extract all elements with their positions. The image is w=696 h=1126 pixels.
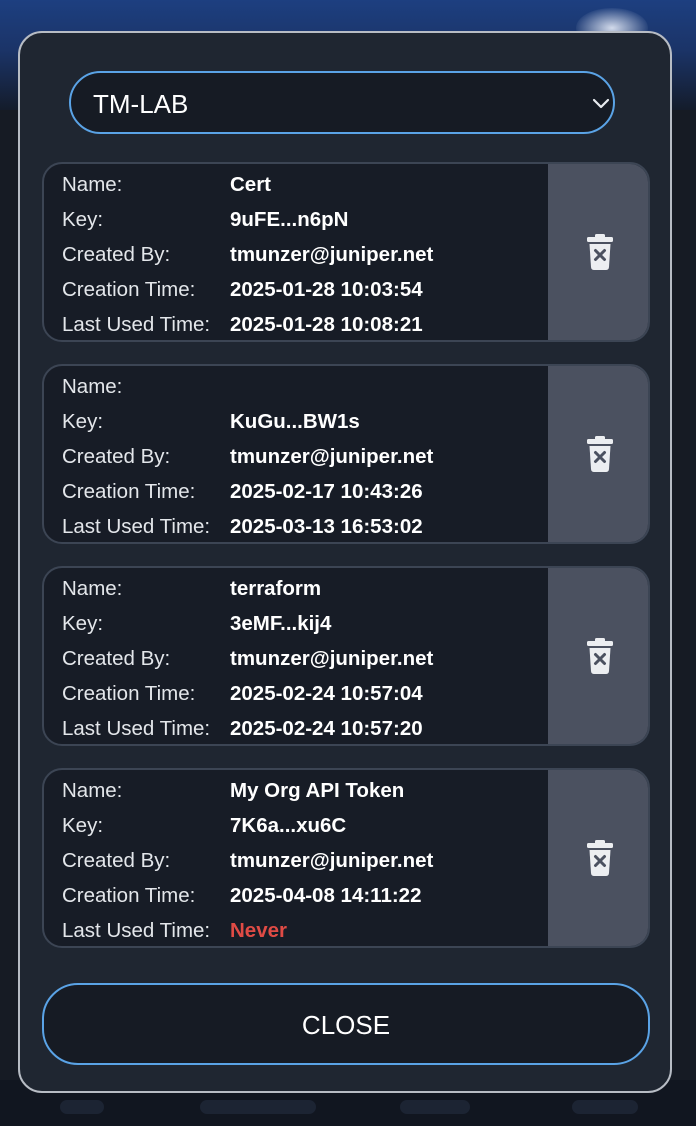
token-creation-time-row: Creation Time: 2025-04-08 14:11:22 bbox=[62, 882, 542, 910]
token-name-row: Name: My Org API Token bbox=[62, 777, 542, 805]
token-key-row: Key: KuGu...BW1s bbox=[62, 408, 542, 436]
token-creation-time: 2025-01-28 10:03:54 bbox=[230, 278, 423, 301]
name-label: Name: bbox=[62, 779, 123, 802]
creation-time-label: Creation Time: bbox=[62, 884, 196, 907]
token-last-used-time: 2025-01-28 10:08:21 bbox=[230, 313, 423, 336]
token-name-row: Name: Cert bbox=[62, 171, 542, 199]
token-info: Name: Key: KuGu...BW1s Created By: tmunz… bbox=[44, 366, 550, 542]
token-created-by-row: Created By: tmunzer@juniper.net bbox=[62, 443, 542, 471]
token-creation-time: 2025-02-17 10:43:26 bbox=[230, 480, 423, 503]
token-created-by: tmunzer@juniper.net bbox=[230, 647, 434, 670]
token-key: KuGu...BW1s bbox=[230, 410, 360, 433]
token-last-used-time: 2025-02-24 10:57:20 bbox=[230, 717, 423, 740]
name-label: Name: bbox=[62, 173, 123, 196]
close-button-label: CLOSE bbox=[301, 1010, 391, 1040]
key-label: Key: bbox=[62, 410, 104, 433]
key-label: Key: bbox=[62, 814, 104, 837]
trash-icon bbox=[587, 436, 613, 472]
last-used-time-label: Last Used Time: bbox=[62, 919, 211, 942]
org-select-value: TM-LAB bbox=[93, 89, 189, 119]
token-key-row: Key: 9uFE...n6pN bbox=[62, 206, 542, 234]
close-button[interactable]: CLOSE bbox=[42, 983, 650, 1065]
last-used-time-label: Last Used Time: bbox=[62, 515, 211, 538]
token-key: 9uFE...n6pN bbox=[230, 208, 349, 231]
creation-time-label: Creation Time: bbox=[62, 278, 196, 301]
token-card: Name: terraform Key: 3eMF...kij4 Created… bbox=[42, 566, 650, 746]
token-card: Name: Cert Key: 9uFE...n6pN Created By: … bbox=[42, 162, 650, 342]
token-name-row: Name: bbox=[62, 373, 542, 401]
created-by-label: Created By: bbox=[62, 849, 171, 872]
token-last-used-time: Never bbox=[230, 919, 287, 942]
token-card: Name: Key: KuGu...BW1s Created By: tmunz… bbox=[42, 364, 650, 544]
created-by-label: Created By: bbox=[62, 647, 171, 670]
token-card: Name: My Org API Token Key: 7K6a...xu6C … bbox=[42, 768, 650, 948]
delete-token-button[interactable] bbox=[548, 164, 648, 340]
key-label: Key: bbox=[62, 208, 104, 231]
token-created-by: tmunzer@juniper.net bbox=[230, 445, 434, 468]
token-key: 3eMF...kij4 bbox=[230, 612, 332, 635]
token-created-by-row: Created By: tmunzer@juniper.net bbox=[62, 241, 542, 269]
created-by-label: Created By: bbox=[62, 445, 171, 468]
token-info: Name: My Org API Token Key: 7K6a...xu6C … bbox=[44, 770, 550, 946]
background-footer-item bbox=[60, 1100, 104, 1114]
token-created-by: tmunzer@juniper.net bbox=[230, 849, 434, 872]
delete-token-button[interactable] bbox=[548, 568, 648, 744]
token-last-used-row: Last Used Time: Never bbox=[62, 917, 542, 945]
token-creation-time-row: Creation Time: 2025-01-28 10:03:54 bbox=[62, 276, 542, 304]
token-created-by-row: Created By: tmunzer@juniper.net bbox=[62, 847, 542, 875]
token-creation-time-row: Creation Time: 2025-02-24 10:57:04 bbox=[62, 680, 542, 708]
token-info: Name: terraform Key: 3eMF...kij4 Created… bbox=[44, 568, 550, 744]
background-footer-item bbox=[572, 1100, 638, 1114]
token-creation-time: 2025-04-08 14:11:22 bbox=[230, 884, 422, 907]
token-name-row: Name: terraform bbox=[62, 575, 542, 603]
delete-token-button[interactable] bbox=[548, 770, 648, 946]
token-name: My Org API Token bbox=[230, 779, 405, 802]
token-creation-time: 2025-02-24 10:57:04 bbox=[230, 682, 423, 705]
token-last-used-row: Last Used Time: 2025-03-13 16:53:02 bbox=[62, 513, 542, 541]
last-used-time-label: Last Used Time: bbox=[62, 313, 211, 336]
trash-icon bbox=[587, 234, 613, 270]
token-created-by: tmunzer@juniper.net bbox=[230, 243, 434, 266]
name-label: Name: bbox=[62, 577, 123, 600]
trash-icon bbox=[587, 840, 613, 876]
creation-time-label: Creation Time: bbox=[62, 682, 196, 705]
token-key-row: Key: 3eMF...kij4 bbox=[62, 610, 542, 638]
created-by-label: Created By: bbox=[62, 243, 171, 266]
token-last-used-row: Last Used Time: 2025-02-24 10:57:20 bbox=[62, 715, 542, 743]
trash-icon bbox=[587, 638, 613, 674]
name-label: Name: bbox=[62, 375, 123, 398]
token-creation-time-row: Creation Time: 2025-02-17 10:43:26 bbox=[62, 478, 542, 506]
delete-token-button[interactable] bbox=[548, 366, 648, 542]
background-footer-item bbox=[200, 1100, 316, 1114]
token-last-used-row: Last Used Time: 2025-01-28 10:08:21 bbox=[62, 311, 542, 339]
token-key-row: Key: 7K6a...xu6C bbox=[62, 812, 542, 840]
chevron-down-icon bbox=[592, 98, 610, 109]
token-key: 7K6a...xu6C bbox=[230, 814, 347, 837]
last-used-time-label: Last Used Time: bbox=[62, 717, 211, 740]
token-name: Cert bbox=[230, 173, 272, 196]
creation-time-label: Creation Time: bbox=[62, 480, 196, 503]
org-select-dropdown[interactable]: TM-LAB bbox=[69, 71, 615, 134]
token-created-by-row: Created By: tmunzer@juniper.net bbox=[62, 645, 542, 673]
token-last-used-time: 2025-03-13 16:53:02 bbox=[230, 515, 423, 538]
token-name: terraform bbox=[230, 577, 322, 600]
background-footer-item bbox=[400, 1100, 470, 1114]
token-info: Name: Cert Key: 9uFE...n6pN Created By: … bbox=[44, 164, 550, 340]
key-label: Key: bbox=[62, 612, 104, 635]
